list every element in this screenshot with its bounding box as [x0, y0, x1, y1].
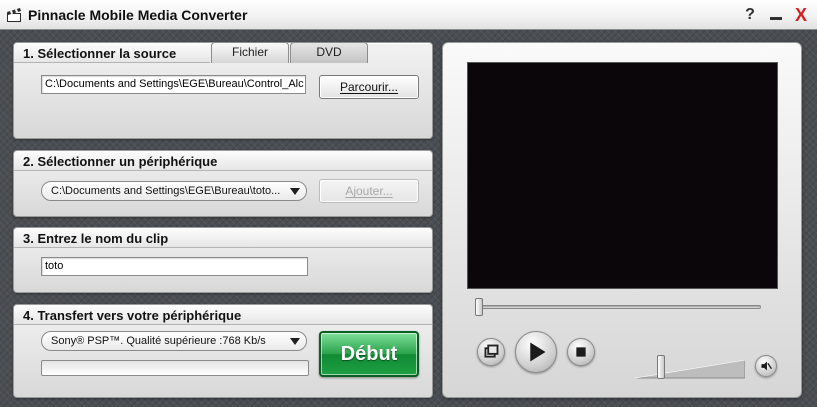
- minimize-button[interactable]: [766, 5, 786, 25]
- title-bar: Pinnacle Mobile Media Converter ? X: [0, 0, 817, 30]
- volume-icon[interactable]: [635, 357, 745, 379]
- play-button[interactable]: [515, 331, 557, 373]
- add-button-label: Ajouter...: [345, 184, 393, 198]
- device-dropdown[interactable]: C:\Documents and Settings\EGE\Bureau\tot…: [41, 181, 307, 201]
- window-title: Pinnacle Mobile Media Converter: [28, 7, 248, 23]
- format-dropdown[interactable]: Sony® PSP™. Qualité supérieure :768 Kb/s: [41, 331, 307, 351]
- fullscreen-button[interactable]: [477, 338, 505, 366]
- tab-file[interactable]: Fichier: [211, 42, 289, 63]
- chevron-down-icon: [290, 338, 300, 345]
- format-dropdown-value: Sony® PSP™. Qualité supérieure :768 Kb/s: [51, 335, 266, 347]
- browse-button-label: Parcourir...: [339, 80, 399, 94]
- minimize-icon: [770, 17, 782, 20]
- play-icon: [530, 342, 546, 362]
- stop-icon: [576, 347, 586, 357]
- source-path-field[interactable]: C:\Documents and Settings\EGE\Bureau\Con…: [41, 75, 306, 94]
- help-button[interactable]: ?: [740, 5, 760, 25]
- source-panel-header: 1. Sélectionner la source: [14, 43, 210, 63]
- add-button[interactable]: Ajouter...: [319, 179, 419, 203]
- seek-slider-handle[interactable]: [475, 298, 483, 316]
- clip-panel-title: 3. Entrez le nom du clip: [23, 231, 169, 246]
- chevron-down-icon: [290, 188, 300, 195]
- clapperboard-icon: [7, 8, 21, 22]
- fullscreen-icon: [484, 344, 499, 358]
- browse-button[interactable]: Parcourir...: [319, 75, 419, 99]
- start-button[interactable]: Début: [319, 331, 419, 377]
- stop-button[interactable]: [567, 338, 595, 366]
- transfer-panel-header: 4. Transfert vers votre périphérique: [14, 305, 432, 325]
- close-button[interactable]: X: [791, 5, 811, 25]
- video-preview: [467, 62, 778, 289]
- mute-icon: [761, 361, 772, 371]
- clip-name-field[interactable]: toto: [41, 257, 308, 276]
- seek-bar-track[interactable]: [475, 305, 761, 309]
- mute-button[interactable]: [755, 355, 777, 377]
- volume-slider-handle[interactable]: [657, 355, 666, 379]
- device-dropdown-value: C:\Documents and Settings\EGE\Bureau\tot…: [51, 185, 281, 197]
- tab-dvd[interactable]: DVD: [290, 42, 368, 63]
- clip-panel-header: 3. Entrez le nom du clip: [14, 228, 432, 248]
- source-panel-title: 1. Sélectionner la source: [23, 46, 177, 61]
- device-panel-title: 2. Sélectionner un périphérique: [23, 154, 218, 169]
- media-player: [442, 42, 802, 398]
- device-panel-header: 2. Sélectionner un périphérique: [14, 151, 432, 171]
- transfer-progress-bar: [41, 360, 309, 376]
- transfer-panel-title: 4. Transfert vers votre périphérique: [23, 308, 242, 323]
